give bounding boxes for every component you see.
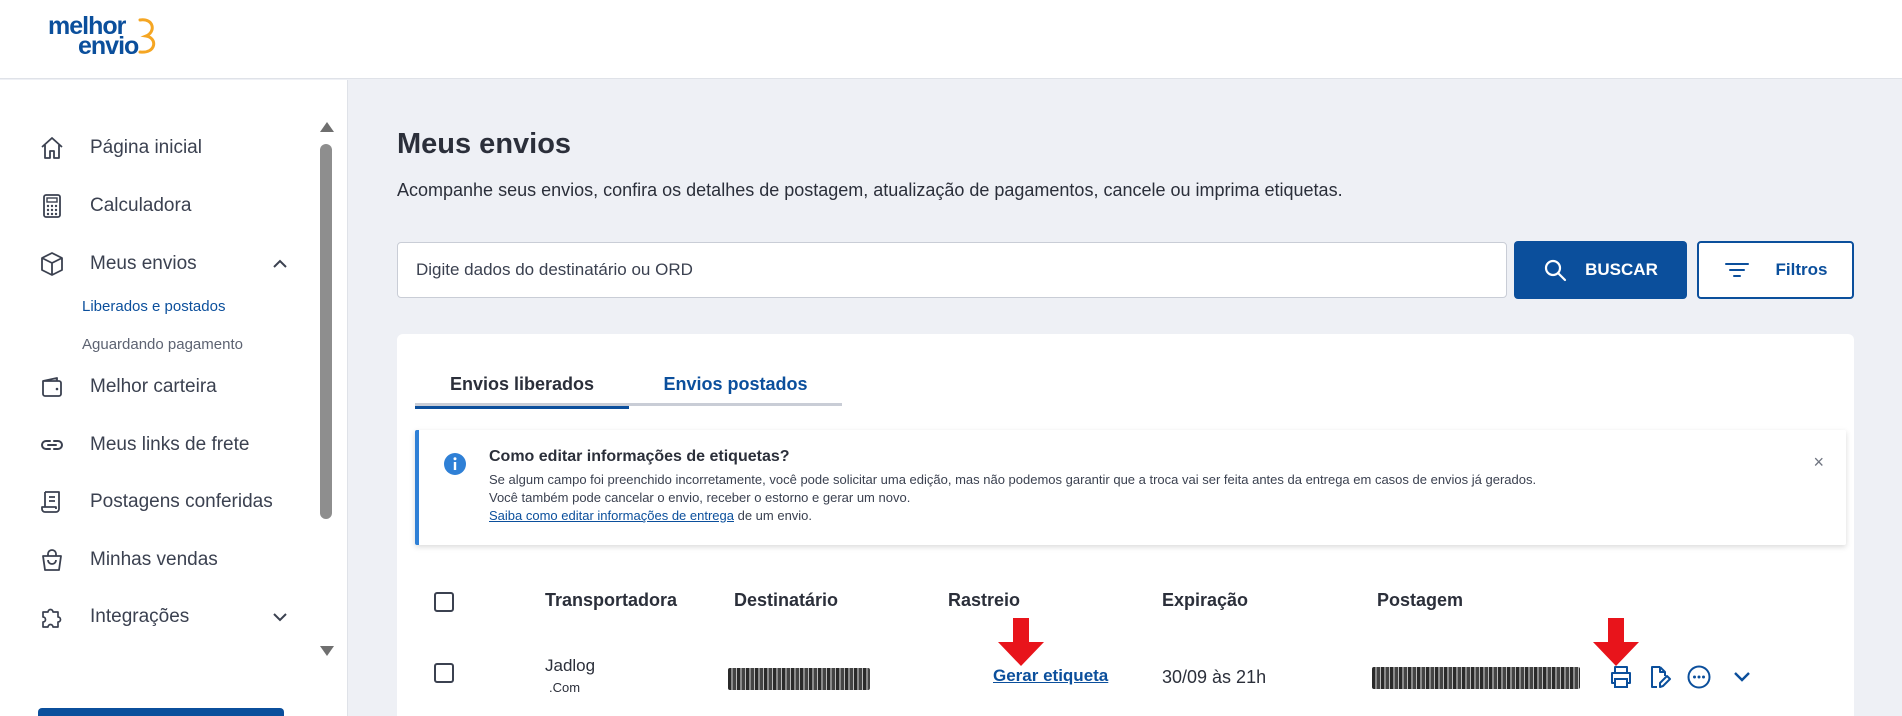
search-button-label: BUSCAR — [1585, 260, 1658, 279]
info-icon — [443, 452, 467, 481]
shipments-card: Envios liberados Envios postados Como ed… — [397, 334, 1854, 716]
home-icon — [38, 134, 66, 162]
chevron-down-icon[interactable] — [270, 607, 290, 627]
scroll-down-arrow-icon[interactable] — [320, 646, 334, 656]
select-all-checkbox[interactable] — [434, 592, 454, 612]
sidebar-item-calculadora[interactable]: Calculadora — [38, 190, 191, 222]
page-description: Acompanhe seus envios, confira os detalh… — [397, 180, 1343, 200]
tab-envios-postados[interactable]: Envios postados — [629, 362, 842, 406]
filter-button-label: Filtros — [1775, 260, 1828, 279]
search-icon — [1543, 258, 1567, 282]
red-arrow-annotation-icon — [998, 618, 1044, 666]
alert-text-line1: Se algum campo foi preenchido incorretam… — [489, 472, 1537, 487]
info-alert: Como editar informações de etiquetas? Se… — [415, 430, 1846, 545]
sidebar-item-melhor-carteira[interactable]: Melhor carteira — [38, 371, 217, 403]
sidebar-item-label: Calculadora — [90, 195, 192, 216]
carrier-service: .Com — [549, 680, 581, 695]
red-arrow-annotation-icon — [1593, 618, 1639, 666]
filter-button[interactable]: Filtros — [1697, 241, 1854, 299]
search-field[interactable] — [397, 242, 1507, 298]
tab-envios-liberados[interactable]: Envios liberados — [415, 362, 629, 409]
sidebar-item-minhas-vendas[interactable]: Minhas vendas — [38, 544, 218, 576]
edit-info-link[interactable]: Saiba como editar informações de entrega — [489, 508, 734, 523]
sidebar-item-label: Integrações — [90, 606, 190, 627]
alert-text-line3: Saiba como editar informações de entrega… — [489, 508, 812, 523]
column-header-postagem: Postagem — [1377, 590, 1464, 610]
calculator-icon — [38, 192, 66, 220]
alert-text-line2: Você também pode cancelar o envio, receb… — [489, 490, 911, 505]
sidebar-subitem-liberados[interactable]: Liberados e postados — [82, 298, 225, 315]
link-icon — [38, 431, 66, 459]
main-content: Meus envios Acompanhe seus envios, confi… — [349, 80, 1902, 716]
scroll-up-arrow-icon[interactable] — [320, 122, 334, 132]
sidebar-item-links-frete[interactable]: Meus links de frete — [38, 429, 249, 461]
page-title: Meus envios — [397, 128, 572, 160]
search-input[interactable] — [398, 243, 1506, 297]
column-header-expiracao: Expiração — [1162, 590, 1249, 610]
column-header-destinatario: Destinatário — [734, 590, 839, 610]
close-icon[interactable]: × — [1813, 452, 1824, 473]
carrier-name: Jadlog — [545, 656, 596, 675]
sidebar-item-label: Melhor carteira — [90, 376, 217, 397]
sidebar: Página inicial Calculadora Meus envios L… — [0, 80, 348, 716]
row-checkbox[interactable] — [434, 663, 454, 683]
sidebar-item-integracoes[interactable]: Integrações — [38, 601, 189, 633]
edit-document-icon[interactable] — [1644, 662, 1674, 692]
column-header-rastreio: Rastreio — [948, 590, 1021, 610]
sidebar-scrollbar[interactable] — [318, 122, 334, 662]
filter-icon — [1724, 260, 1750, 280]
sidebar-item-meus-envios[interactable]: Meus envios — [38, 248, 197, 280]
box-icon — [38, 250, 66, 278]
sidebar-bottom-button[interactable] — [38, 708, 284, 716]
top-header: melhor envio — [0, 0, 1902, 79]
scrollbar-thumb[interactable] — [320, 144, 332, 519]
chevron-down-icon[interactable] — [1727, 662, 1757, 692]
alert-text-suffix: de um envio. — [733, 508, 813, 523]
sidebar-item-pagina-inicial[interactable]: Página inicial — [38, 132, 202, 164]
column-header-transportadora: Transportadora — [545, 590, 678, 610]
alert-title: Como editar informações de etiquetas? — [489, 448, 790, 465]
search-button[interactable]: BUSCAR — [1514, 241, 1687, 299]
puzzle-icon — [38, 603, 66, 631]
redacted-recipient — [728, 668, 870, 690]
logo-text-line2: envio — [78, 32, 139, 60]
melhor-envio-logo[interactable]: melhor envio — [48, 12, 158, 62]
chevron-up-icon[interactable] — [270, 254, 290, 274]
tab-label: Envios postados — [663, 373, 808, 394]
sidebar-item-label: Minhas vendas — [90, 549, 218, 570]
sidebar-item-label: Meus links de frete — [90, 434, 250, 455]
more-options-icon[interactable] — [1684, 662, 1714, 692]
redacted-posting-info — [1372, 667, 1580, 689]
sidebar-subitem-aguardando[interactable]: Aguardando pagamento — [82, 336, 243, 353]
sidebar-item-label: Meus envios — [90, 253, 197, 274]
tabs: Envios liberados Envios postados — [415, 362, 842, 409]
receipt-icon — [38, 488, 66, 516]
wallet-icon — [38, 373, 66, 401]
logo-swoosh-icon — [138, 18, 156, 54]
expiration-date: 30/09 às 21h — [1162, 667, 1267, 687]
sidebar-item-postagens-conferidas[interactable]: Postagens conferidas — [38, 486, 273, 518]
generate-label-link[interactable]: Gerar etiqueta — [993, 666, 1108, 686]
tab-label: Envios liberados — [449, 373, 595, 394]
shopping-bag-icon — [38, 546, 66, 574]
sidebar-item-label: Postagens conferidas — [90, 491, 273, 512]
sidebar-item-label: Página inicial — [90, 137, 202, 158]
